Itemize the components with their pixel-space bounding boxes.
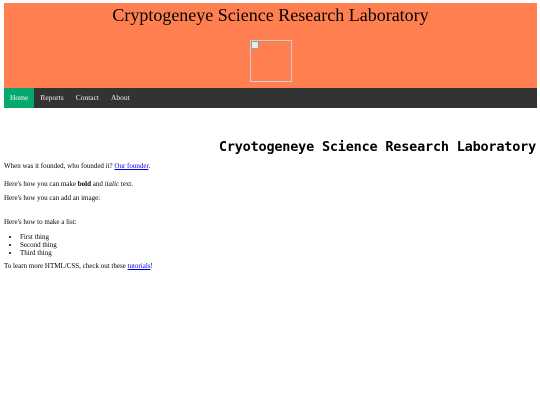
and-text: and <box>92 180 103 188</box>
header-image <box>250 40 292 82</box>
nav-home[interactable]: Home <box>4 88 35 108</box>
learn-paragraph: To learn more HTML/CSS, check out these … <box>4 262 524 271</box>
bold-example: bold <box>77 180 91 188</box>
tutorials-link[interactable]: tutorials <box>128 262 151 270</box>
image-paragraph: Here's how you can add an image: <box>4 194 101 202</box>
bold-italic-paragraph: Here's how you can make bold and italic … <box>4 180 524 189</box>
list-item: Third thing <box>20 249 524 257</box>
broken-image-icon <box>251 41 259 49</box>
example-list: First thing Second thing Third thing <box>4 233 524 257</box>
top-nav: Home Reports Contact About <box>4 88 537 108</box>
founded-text: When was it founded, who founded it? <box>4 162 113 170</box>
list-intro: Here's how to make a list: <box>4 218 77 226</box>
founded-paragraph: When was it founded, who founded it? Our… <box>4 162 524 171</box>
learn-exclaim: ! <box>150 262 153 270</box>
nav-about[interactable]: About <box>105 88 136 108</box>
site-title: Cryptogeneye Science Research Laboratory <box>112 5 429 25</box>
nav-reports[interactable]: Reports <box>34 88 69 108</box>
main-content: When was it founded, who founded it? Our… <box>4 162 524 271</box>
site-header: Cryptogeneye Science Research Laboratory <box>4 3 537 88</box>
founded-period: . <box>148 162 151 170</box>
list-item: Second thing <box>20 241 524 249</box>
italic-example: italic <box>104 180 119 188</box>
list-item: First thing <box>20 233 524 241</box>
founder-link[interactable]: Our founder <box>114 162 148 170</box>
bold-intro-text: Here's how you can make <box>4 180 77 188</box>
learn-text: To learn more HTML/CSS, check out these <box>4 262 126 270</box>
nav-contact[interactable]: Contact <box>70 88 105 108</box>
page-heading: Cryotogeneye Science Research Laboratory <box>218 139 536 155</box>
text-word: text. <box>120 180 133 188</box>
